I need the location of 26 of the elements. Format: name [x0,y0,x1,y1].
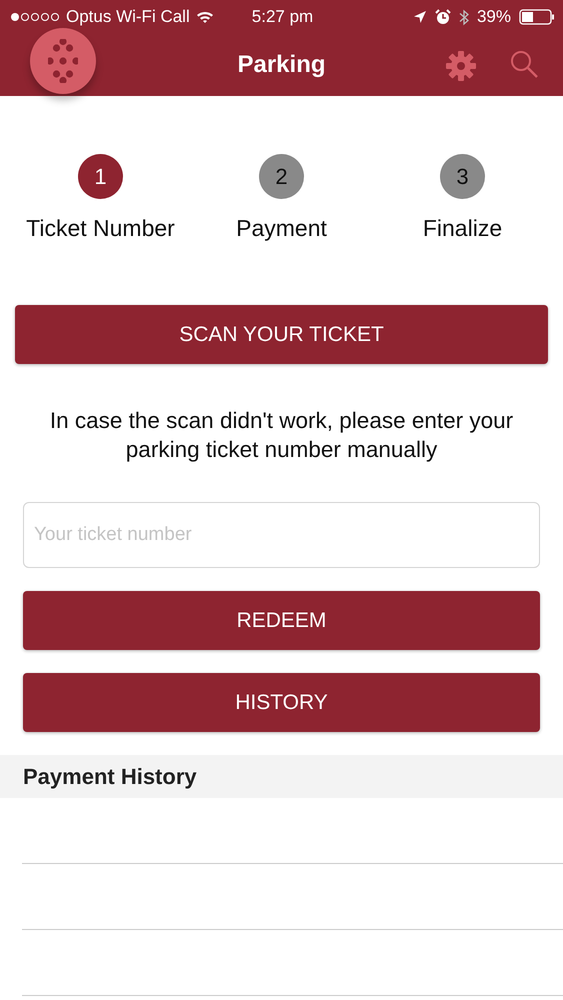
carrier-name: Optus Wi-Fi Call [66,7,190,27]
section-title: Payment History [23,764,197,790]
page-title: Parking [237,51,326,79]
step-label: Payment [236,215,327,242]
location-icon [412,10,427,24]
step-label: Ticket Number [26,215,175,242]
signal-icon [10,12,60,22]
ticket-number-field[interactable]: Your ticket number [23,502,540,568]
history-button[interactable]: HISTORY [23,673,540,732]
dots-icon [48,39,78,83]
step-label: Finalize [422,215,502,242]
step-number: 3 [440,154,485,199]
wifi-icon [196,10,214,24]
step-number: 1 [78,154,123,199]
time: 5:27 pm [252,7,314,27]
step-number: 2 [259,154,304,199]
redeem-button[interactable]: REDEEM [23,591,540,650]
alarm-icon [434,9,451,25]
search-icon [509,49,539,79]
battery-percent: 39% [476,7,511,27]
app-logo[interactable] [30,28,96,94]
instructions-text: In case the scan didn't work, please enter your parking ticket number manually [48,407,514,464]
scan-ticket-button[interactable]: SCAN YOUR TICKET [15,305,548,364]
battery-icon [519,9,555,25]
bluetooth-icon [458,8,469,26]
settings-icon [445,50,477,82]
